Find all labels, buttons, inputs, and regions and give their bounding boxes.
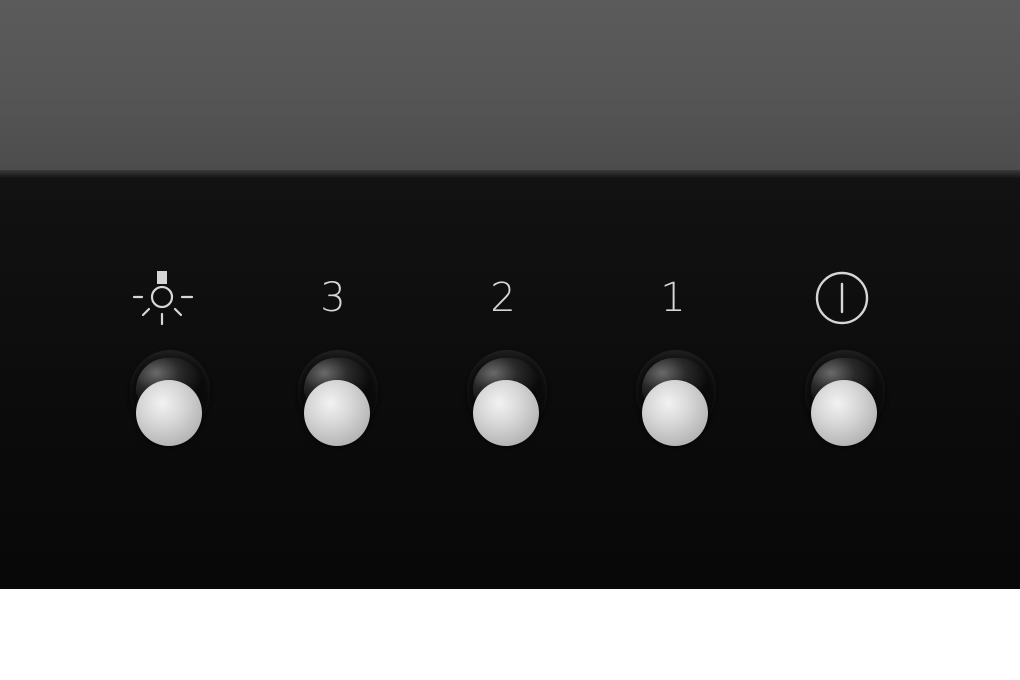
- hood-top-surface: [0, 0, 1020, 175]
- speed-3-label: 3: [320, 275, 346, 321]
- background-area: [0, 589, 1020, 680]
- light-button[interactable]: [130, 350, 210, 446]
- speed-1-button[interactable]: [636, 350, 716, 446]
- power-icon: [815, 271, 869, 325]
- speed-2-label: 2: [490, 275, 516, 321]
- light-bulb-icon: [132, 271, 194, 326]
- button-cap: [642, 380, 708, 446]
- hood-panel-edge: [0, 170, 1020, 178]
- power-button[interactable]: [805, 350, 885, 446]
- speed-3-button[interactable]: [298, 350, 378, 446]
- button-cap: [304, 380, 370, 446]
- speed-1-label: 1: [660, 275, 686, 321]
- range-hood-photo: 3 2 1: [0, 0, 1020, 680]
- speed-2-button[interactable]: [467, 350, 547, 446]
- button-cap: [473, 380, 539, 446]
- button-cap: [136, 380, 202, 446]
- button-cap: [811, 380, 877, 446]
